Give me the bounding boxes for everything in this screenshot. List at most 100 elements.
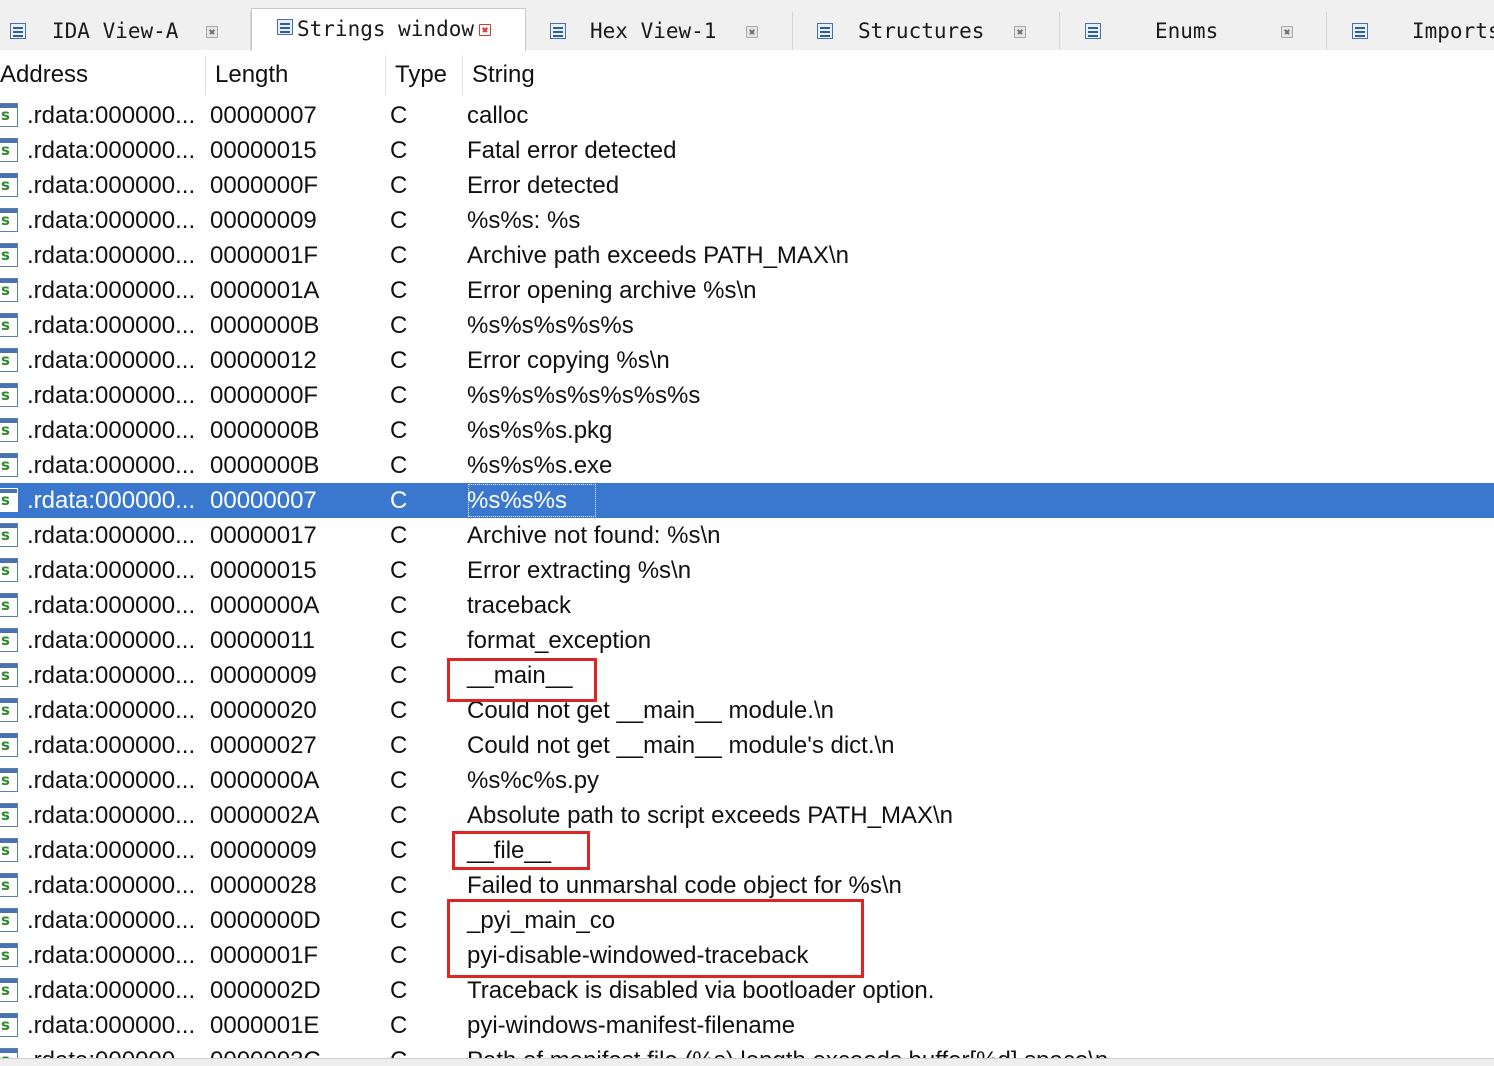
cell-string: %s%s%s.exe xyxy=(467,452,613,479)
column-divider[interactable] xyxy=(385,55,386,95)
string-icon xyxy=(0,418,18,442)
tab-enums[interactable]: Enums xyxy=(1060,12,1327,50)
tab-label: Enums xyxy=(1155,19,1219,43)
cell-type: C xyxy=(390,837,408,864)
tab-strings-window[interactable]: Strings window xyxy=(251,8,526,51)
table-row[interactable]: .rdata:000000... 0000000A Ctraceback xyxy=(0,588,1494,623)
table-row[interactable]: .rdata:000000... 0000001F Cpyi-disable-win… xyxy=(0,938,1494,973)
string-icon xyxy=(0,838,18,862)
cell-string: Fatal error detected xyxy=(467,137,677,164)
table-row[interactable]: .rdata:000000... 00000015 C Fatal error det… xyxy=(0,133,1494,168)
string-icon xyxy=(0,138,18,162)
cell-type: C xyxy=(390,977,408,1004)
cell-length: 0000000D xyxy=(210,907,321,934)
table-row[interactable]: .rdata:000000... 00000009 C %s%s: %s xyxy=(0,203,1494,238)
table-row[interactable]: .rdata:000000... 00000020 C Could not get _… xyxy=(0,693,1494,728)
cell-string: Failed to unmarshal code object for %s\n xyxy=(467,872,902,899)
tab-structures[interactable]: Structures xyxy=(793,12,1060,50)
table-row[interactable]: .rdata:000000... 0000002A C Absolute path t… xyxy=(0,798,1494,833)
table-row[interactable]: .rdata:000000... 0000000F C Error detected xyxy=(0,168,1494,203)
cell-string: Could not get __main__ module.\n xyxy=(467,697,834,724)
cell-type: C xyxy=(390,417,408,444)
ida-view-icon xyxy=(10,23,26,39)
cell-string: Archive path exceeds PATH_MAX\n xyxy=(467,242,849,269)
cell-length: 0000000A xyxy=(210,592,320,619)
cell-address: .rdata:000000... xyxy=(27,977,196,1004)
string-icon xyxy=(0,978,18,1002)
table-row[interactable]: .rdata:000000... 0000001F C Archive path ex… xyxy=(0,238,1494,273)
cell-length: 00000007 xyxy=(210,102,317,129)
string-icon xyxy=(0,1013,18,1037)
cell-address: .rdata:000000... xyxy=(27,627,196,654)
tab-hex-view-1[interactable]: Hex View-1 xyxy=(526,12,793,50)
table-row[interactable]: .rdata:000000... 0000001E Cpyi-windows-man… xyxy=(0,1008,1494,1043)
column-divider[interactable] xyxy=(205,55,206,95)
table-row[interactable]: .rdata:000000... 0000000F C %s%s%s%s%s%s%s xyxy=(0,378,1494,413)
hex-view-icon xyxy=(550,23,566,39)
table-row[interactable]: .rdata:000000... 0000000B C %s%s%s.pkg xyxy=(0,413,1494,448)
cell-address: .rdata:000000... xyxy=(27,872,196,899)
cell-length: 0000001F xyxy=(210,242,319,269)
cell-address: .rdata:000000... xyxy=(27,1012,196,1039)
enums-icon xyxy=(1085,23,1101,39)
table-row[interactable]: .rdata:000000... 00000012 C Error copying %… xyxy=(0,343,1494,378)
table-row[interactable]: .rdata:000000... 00000028 C Failed to unmar… xyxy=(0,868,1494,903)
table-row[interactable]: .rdata:000000... 0000002D C Traceback is di… xyxy=(0,973,1494,1008)
cell-address: .rdata:000000... xyxy=(27,207,196,234)
column-header-length[interactable]: Length xyxy=(215,51,288,98)
table-row[interactable]: .rdata:000000... 0000000B C %s%s%s%s%s xyxy=(0,308,1494,343)
cell-type: C xyxy=(390,942,408,969)
string-icon xyxy=(0,208,18,232)
table-row[interactable]: .rdata:000000... 0000000A C %s%c%s.py xyxy=(0,763,1494,798)
string-icon xyxy=(0,1048,18,1058)
cell-address: .rdata:000000... xyxy=(27,1043,205,1058)
cell-type: C xyxy=(390,277,408,304)
cell-address: .rdata:000000... xyxy=(27,452,196,479)
cell-length: 0000000F xyxy=(210,382,319,409)
column-header-type[interactable]: Type xyxy=(395,51,447,98)
cell-string: traceback xyxy=(467,592,572,619)
cell-type: C xyxy=(390,872,408,899)
table-row[interactable]: .rdata:000000... 0000000D C _pyi_main_co xyxy=(0,903,1494,938)
string-icon xyxy=(0,593,18,617)
string-icon xyxy=(0,348,18,372)
table-row[interactable]: .rdata:000000... 00000027 C Could not get _… xyxy=(0,728,1494,763)
horizontal-scrollbar[interactable] xyxy=(0,1058,1494,1066)
table-row[interactable]: .rdata:000000... 00000015 C Error extractin… xyxy=(0,553,1494,588)
table-row[interactable]: .rdata:000000... 00000007 Ccalloc xyxy=(0,98,1494,133)
cell-length: 0000000F xyxy=(210,172,319,199)
cell-address: .rdata:000000... xyxy=(27,837,196,864)
cell-string: Path of manifest file (%s) length exceed… xyxy=(467,1043,1108,1058)
table-row[interactable]: .rdata:000000... 0000001A C Error opening a… xyxy=(0,273,1494,308)
tab-imports[interactable]: Imports xyxy=(1327,12,1494,50)
tab-ida-view-a[interactable]: IDA View-A xyxy=(0,12,251,50)
cell-string: pyi-windows-manifest-filename xyxy=(467,1012,796,1039)
close-icon[interactable] xyxy=(746,26,758,38)
table-row[interactable]: .rdata:000000... 0000003C C Path of manifes… xyxy=(0,1043,1494,1058)
close-icon[interactable] xyxy=(206,26,218,38)
column-header-address[interactable]: Address xyxy=(0,51,88,98)
column-divider[interactable] xyxy=(462,55,463,95)
cell-string: %s%s%s xyxy=(467,483,597,518)
close-icon[interactable] xyxy=(1014,26,1026,38)
table-row[interactable]: .rdata:000000... 00000017 C Archive not fou… xyxy=(0,518,1494,553)
cell-length: 00000009 xyxy=(210,662,317,689)
table-row[interactable]: .rdata:000000... 0000000B C %s%s%s.exe xyxy=(0,448,1494,483)
column-header-string[interactable]: String xyxy=(472,51,535,98)
string-icon xyxy=(0,453,18,477)
string-icon xyxy=(0,733,18,757)
close-icon[interactable] xyxy=(1281,26,1293,38)
cell-length: 00000027 xyxy=(210,732,317,759)
cell-type: C xyxy=(390,557,408,584)
string-icon xyxy=(0,488,18,512)
cell-string: Absolute path to script exceeds PATH_MAX… xyxy=(467,802,954,829)
cell-address: .rdata:000000... xyxy=(27,137,196,164)
cell-type: C xyxy=(390,732,408,759)
close-icon[interactable] xyxy=(479,24,491,36)
cell-address: .rdata:000000... xyxy=(27,767,196,794)
table-row[interactable]: .rdata:000000... 00000007 C %s%s%s xyxy=(0,483,1494,518)
cell-length: 00000028 xyxy=(210,872,317,899)
table-row[interactable]: .rdata:000000... 00000009 C __main__ xyxy=(0,658,1494,693)
table-row[interactable]: .rdata:000000... 00000009 C __file__ xyxy=(0,833,1494,868)
table-row[interactable]: .rdata:000000... 00000011 Cformat_exceptio… xyxy=(0,623,1494,658)
